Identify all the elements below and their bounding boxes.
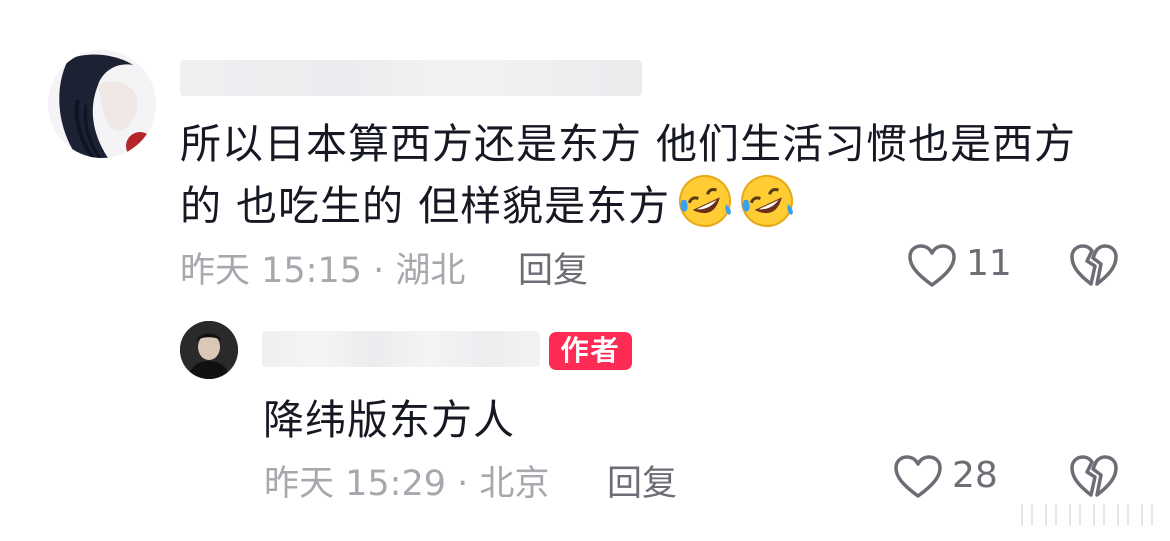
heart-outline-icon[interactable] — [893, 455, 943, 499]
broken-heart-icon[interactable] — [1069, 244, 1119, 288]
comment-text-line-1: 所以日本算西方还是东方 他们生活习惯也是西方 — [180, 120, 1077, 168]
reply-time-location: 昨天 15:29 · 北京 — [264, 464, 550, 504]
reply-button[interactable]: 回复 — [518, 242, 588, 293]
broken-heart-icon[interactable] — [1069, 455, 1119, 499]
comment-time-location: 昨天 15:15 · 湖北 — [180, 251, 466, 291]
author-badge: 作者 — [549, 332, 632, 370]
rolling-on-floor-laughing-icon — [741, 175, 794, 227]
heart-outline-icon[interactable] — [907, 244, 957, 288]
author-avatar[interactable] — [180, 321, 238, 379]
watermark-graphic — [1021, 504, 1153, 526]
like-count: 28 — [952, 455, 998, 496]
commenter-name-blurred[interactable] — [180, 60, 642, 96]
comment-text-line-2: 的 也吃生的 但样貌是东方 — [180, 174, 1140, 236]
reply-button[interactable]: 回复 — [607, 455, 677, 506]
comment-text-line-2-text: 的 也吃生的 但样貌是东方 — [180, 182, 671, 230]
reply-text: 降纬版东方人 — [263, 396, 515, 444]
rolling-on-floor-laughing-icon — [679, 175, 732, 227]
like-count: 11 — [966, 243, 1012, 284]
comment-text: 所以日本算西方还是东方 他们生活习惯也是西方 的 也吃生的 但样貌是东方 — [180, 114, 1140, 236]
commenter-avatar[interactable] — [48, 50, 156, 158]
author-name-blurred[interactable] — [262, 331, 540, 367]
